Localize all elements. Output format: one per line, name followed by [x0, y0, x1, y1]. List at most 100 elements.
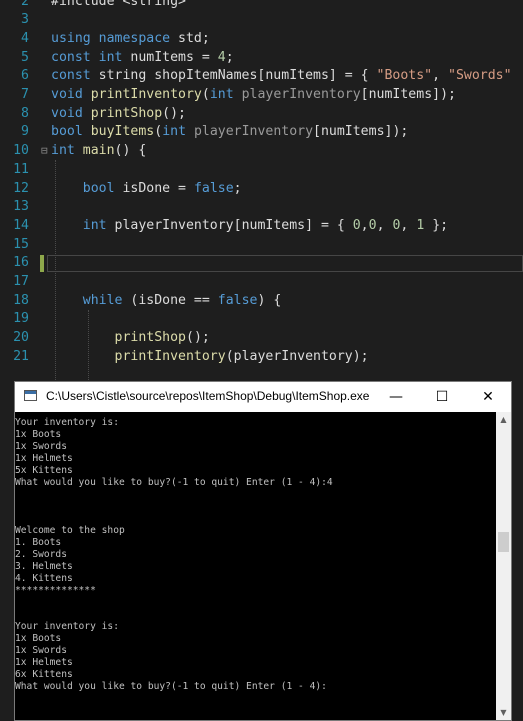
code-token: using: [51, 30, 99, 46]
console-output-line: 2. Swords: [15, 549, 67, 560]
code-text: printShop();: [51, 329, 210, 348]
code-line[interactable]: 21 printInventory(playerInventory);: [0, 348, 523, 367]
code-token: ;: [233, 180, 242, 196]
indent-guide: [55, 160, 56, 390]
code-token: numItems =: [130, 49, 218, 65]
line-number: 4: [21, 30, 29, 46]
console-app-icon: [24, 390, 37, 401]
console-output-line: Your inventory is:: [15, 417, 119, 428]
code-line[interactable]: 14 int playerInventory[numItems] = { 0,0…: [0, 217, 523, 236]
code-token: [numItems]);: [313, 124, 409, 140]
code-token: #include <string>: [51, 0, 186, 9]
code-line[interactable]: 8 void printShop();: [0, 105, 523, 124]
code-token: ();: [162, 105, 186, 121]
code-text: while (isDone == false) {: [51, 292, 282, 311]
collapse-icon[interactable]: ⊟: [41, 142, 48, 161]
console-window[interactable]: C:\Users\Cistle\source\repos\ItemShop\De…: [14, 381, 512, 721]
line-number: 3: [21, 12, 29, 28]
code-line[interactable]: 5 const int numItems = 4;: [0, 49, 523, 68]
code-token: 4: [217, 49, 226, 65]
code-line[interactable]: 19: [0, 310, 523, 329]
code-text: #include <string>: [51, 0, 186, 11]
code-token: (isDone ==: [130, 292, 218, 308]
code-line[interactable]: 15: [0, 236, 523, 255]
console-output-line: Your inventory is:: [15, 621, 119, 632]
code-token: false: [193, 180, 234, 196]
scroll-up-arrow-icon[interactable]: ▲: [496, 412, 511, 427]
code-text: const int numItems = 4;: [51, 49, 234, 68]
code-line[interactable]: 6 const string shopItemNames[numItems] = …: [0, 67, 523, 86]
code-token: () {: [114, 143, 147, 159]
code-token: void: [51, 105, 91, 121]
maximize-button[interactable]: ☐: [419, 382, 465, 412]
code-token: while: [82, 292, 131, 308]
console-window-title: C:\Users\Cistle\source\repos\ItemShop\De…: [46, 389, 370, 403]
code-text: bool isDone = false;: [51, 180, 242, 199]
console-title-bar[interactable]: C:\Users\Cistle\source\repos\ItemShop\De…: [15, 382, 511, 412]
code-token: [numItems]);: [360, 87, 456, 102]
code-token: printInventory: [114, 348, 226, 364]
console-output-line: 1. Boots: [15, 537, 62, 548]
code-token: 0: [368, 217, 377, 233]
code-token: buyItems: [90, 124, 155, 140]
code-text: const string shopItemNames[numItems] = {…: [51, 67, 512, 86]
console-output: Your inventory is: 1x Boots 1x Swords 1x He…: [15, 412, 496, 720]
code-token: main: [82, 143, 115, 159]
code-line[interactable]: 2 #include <string>: [0, 0, 523, 11]
scroll-down-arrow-icon[interactable]: ▼: [496, 705, 511, 720]
console-scrollbar[interactable]: ▲ ▼: [496, 412, 511, 720]
console-output-line: What would you like to buy?(-1 to quit) …: [15, 681, 327, 692]
code-token: int: [82, 217, 115, 233]
code-line[interactable]: 17: [0, 273, 523, 292]
code-line[interactable]: 10 int main() {⊟: [0, 142, 523, 161]
console-output-line: **************: [15, 585, 96, 596]
code-token: ,: [360, 217, 369, 233]
console-output-line: 3. Helmets: [15, 561, 73, 572]
scrollbar-thumb[interactable]: [498, 532, 509, 552]
code-text: int main() {: [51, 142, 146, 161]
line-number: 14: [13, 217, 29, 233]
console-output-line: 4. Kittens: [15, 573, 73, 584]
line-number: 15: [13, 236, 29, 252]
close-button[interactable]: ✕: [465, 382, 511, 412]
code-line[interactable]: 9 bool buyItems(int playerInventory[numIt…: [0, 123, 523, 142]
code-line[interactable]: 11: [0, 161, 523, 180]
code-line[interactable]: 13: [0, 198, 523, 217]
minimize-button[interactable]: —: [373, 382, 419, 412]
code-token: (playerInventory);: [225, 348, 369, 364]
code-text: int playerInventory[numItems] = { 0,0, 0…: [51, 217, 448, 236]
code-token: int: [209, 87, 242, 102]
line-number: 11: [13, 161, 29, 177]
line-number: 21: [13, 348, 29, 364]
change-indicator: [40, 255, 44, 273]
code-token: ) {: [257, 292, 282, 308]
code-token: printShop: [114, 330, 186, 346]
console-output-line: What would you like to buy?(-1 to quit) …: [15, 477, 333, 488]
code-token: ;: [225, 49, 234, 65]
line-number: 12: [13, 180, 29, 196]
console-output-line: 5x Kittens: [15, 465, 73, 476]
code-line[interactable]: 7 void printInventory(int playerInventory…: [0, 86, 523, 105]
code-text: void printShop();: [51, 105, 186, 124]
code-token: printShop: [90, 105, 163, 121]
code-line[interactable]: 3: [0, 11, 523, 30]
indent-guide: [88, 310, 89, 390]
code-token: std;: [178, 30, 210, 46]
code-line[interactable]: 18 while (isDone == false) {: [0, 292, 523, 311]
code-line[interactable]: 12 bool isDone = false;: [0, 180, 523, 199]
code-token: "Boots": [376, 68, 433, 84]
code-token: ,: [400, 217, 417, 233]
console-output-line: 1x Helmets: [15, 453, 73, 464]
code-line[interactable]: 4 using namespace std;: [0, 30, 523, 49]
code-text: printInventory(playerInventory);: [51, 348, 369, 367]
console-output-line: 6x Kittens: [15, 669, 73, 680]
code-token: const: [51, 68, 99, 84]
code-token: ,: [376, 217, 393, 233]
code-line[interactable]: 20 printShop();: [0, 329, 523, 348]
current-line-highlight: [47, 255, 523, 273]
code-token: string shopItemNames[numItems] = {: [98, 68, 377, 84]
code-token: bool: [51, 124, 91, 140]
code-token: 0: [352, 217, 361, 233]
